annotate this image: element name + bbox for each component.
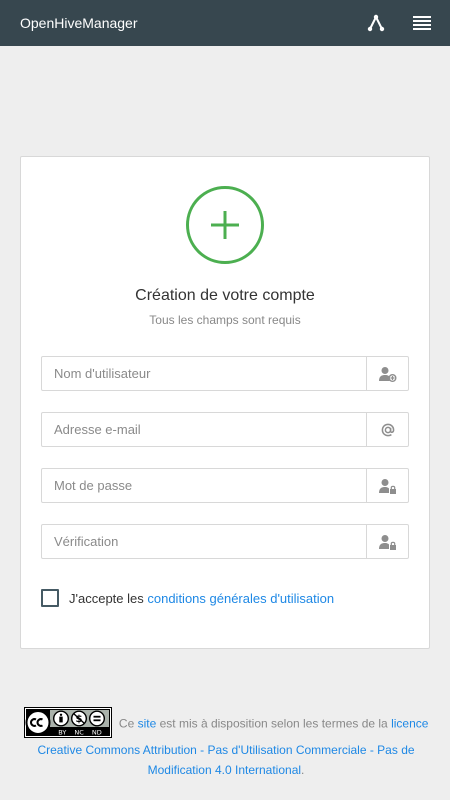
password-field xyxy=(41,468,409,503)
footer-text-3: . xyxy=(301,763,305,777)
password-confirm-field xyxy=(41,524,409,559)
user-lock-icon xyxy=(366,469,408,502)
username-field xyxy=(41,356,409,391)
user-add-icon xyxy=(366,357,408,390)
at-icon xyxy=(366,413,408,446)
signup-card: Création de votre compte Tous les champs… xyxy=(20,156,430,649)
cc-badge-text: BY NC ND xyxy=(58,729,101,737)
username-input[interactable] xyxy=(42,357,368,390)
password-input[interactable] xyxy=(42,469,368,502)
user-lock-icon xyxy=(366,525,408,558)
required-fields-note: Tous les champs sont requis xyxy=(149,313,301,327)
page-title: Création de votre compte xyxy=(135,287,315,304)
app-title[interactable]: OpenHiveManager xyxy=(20,14,138,32)
terms-checkbox[interactable] xyxy=(41,589,59,607)
email-field xyxy=(41,412,409,447)
top-app-bar: OpenHiveManager xyxy=(0,0,450,46)
password-confirm-input[interactable] xyxy=(42,525,368,558)
terms-row: J'accepte les conditions générales d'uti… xyxy=(41,589,334,607)
add-account-icon xyxy=(186,186,264,264)
share-icon[interactable] xyxy=(364,11,388,35)
terms-link[interactable]: conditions générales d'utilisation xyxy=(147,591,334,606)
site-link[interactable]: site xyxy=(138,717,157,731)
terms-label: J'accepte les xyxy=(69,590,148,606)
footer-text-1: Ce xyxy=(115,716,138,731)
license-footer: $ BY NC ND Ce site est mis à disposition… xyxy=(15,707,437,780)
cc-license-badge[interactable]: $ BY NC ND xyxy=(23,707,112,738)
footer-text-2: est mis à disposition selon les termes d… xyxy=(156,716,392,731)
email-input[interactable] xyxy=(42,413,368,446)
menu-icon[interactable] xyxy=(410,11,434,35)
